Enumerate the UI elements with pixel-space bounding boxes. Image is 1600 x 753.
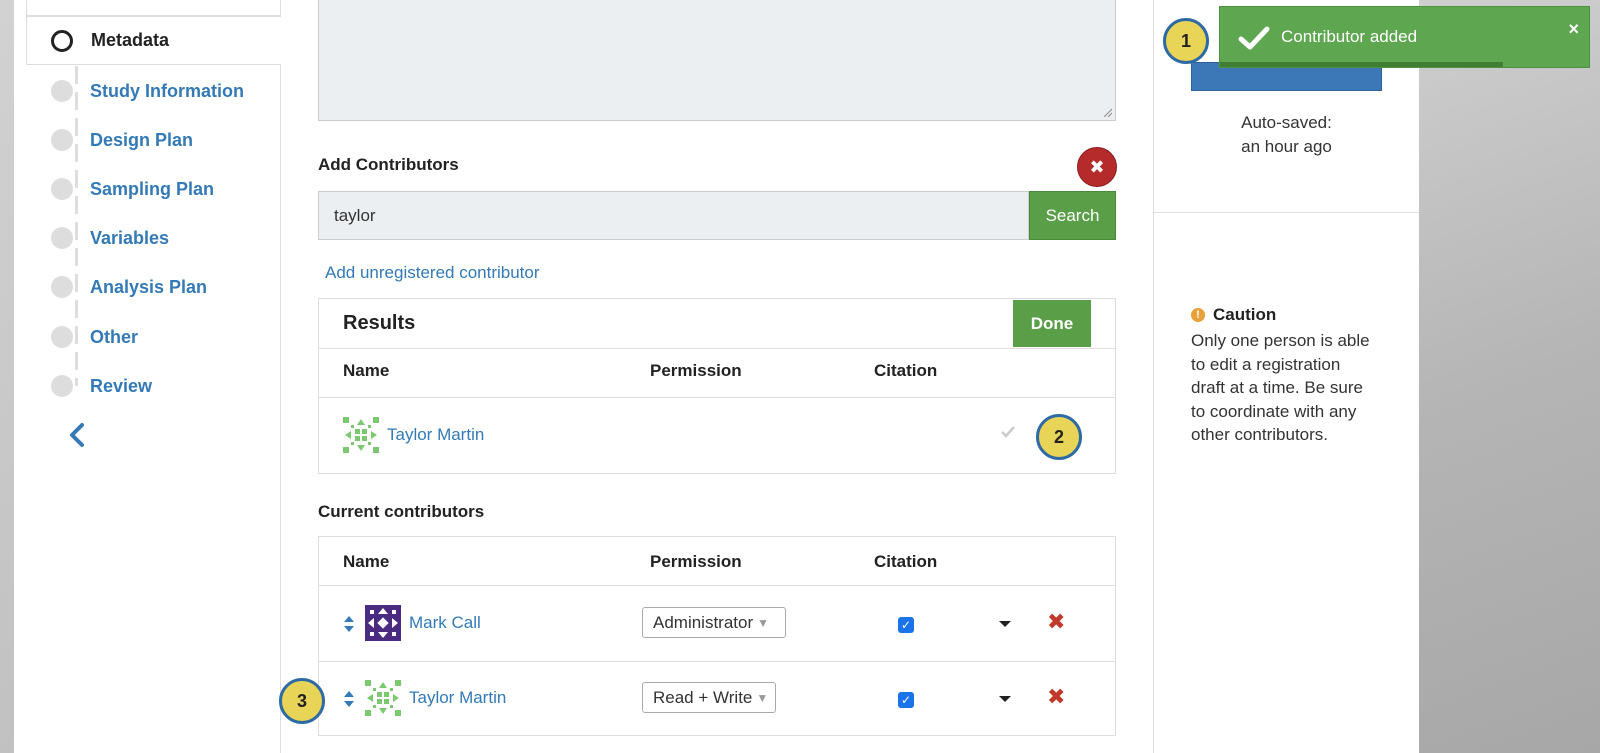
column-header-permission: Permission <box>650 361 742 380</box>
divider <box>319 348 1115 349</box>
contributor-search-input[interactable] <box>318 191 1029 240</box>
sidebar-item-metadata[interactable]: Metadata <box>26 16 281 65</box>
sort-handle-icon[interactable] <box>343 690 355 708</box>
caret-down-icon[interactable] <box>999 696 1011 702</box>
caution-heading: ! Caution <box>1191 305 1276 325</box>
add-unregistered-contributor-link[interactable]: Add unregistered contributor <box>325 263 540 283</box>
caution-title: Caution <box>1213 305 1277 324</box>
sidebar-item-sampling-plan[interactable]: Sampling Plan <box>51 174 214 204</box>
column-header-name: Name <box>343 552 390 571</box>
done-button[interactable]: Done <box>1013 300 1091 347</box>
permission-select[interactable]: Read + Write ▼ <box>642 682 776 713</box>
remove-contributor-icon[interactable]: ✖ <box>1047 609 1065 635</box>
permission-value: Read + Write <box>653 687 753 707</box>
sidebar-item-label: Metadata <box>91 30 170 50</box>
sidebar: Metadata Study Information Design Plan S… <box>14 0 281 753</box>
sort-handle-icon[interactable] <box>343 615 355 633</box>
sidebar-item-other[interactable]: Other <box>51 322 138 352</box>
step-dot-icon <box>51 375 73 397</box>
divider <box>319 397 1115 398</box>
permission-value: Administrator <box>653 612 754 632</box>
divider <box>319 661 1115 662</box>
sidebar-item-review[interactable]: Review <box>51 371 152 401</box>
sidebar-item-label: Study Information <box>90 80 244 101</box>
search-button[interactable]: Search <box>1029 191 1116 240</box>
permission-select[interactable]: Administrator ▼ <box>642 607 786 638</box>
check-icon <box>1238 26 1270 50</box>
sidebar-item-variables[interactable]: Variables <box>51 223 169 253</box>
results-table: Results Done Name Permission Citation Ta… <box>318 298 1116 474</box>
sidebar-item-design-plan[interactable]: Design Plan <box>51 125 193 155</box>
right-panel-hdivider <box>1153 212 1419 213</box>
resize-grip-icon[interactable] <box>1102 107 1112 117</box>
sidebar-item-label: Other <box>90 326 139 347</box>
column-header-citation: Citation <box>874 361 938 380</box>
current-contributors-heading: Current contributors <box>318 502 485 521</box>
warning-icon: ! <box>1191 308 1205 322</box>
autosave-label: Auto-saved: <box>1241 113 1332 132</box>
column-header-citation: Citation <box>874 552 938 571</box>
annotation-badge-2: 2 <box>1036 414 1082 460</box>
citation-checkbox[interactable]: ✓ <box>898 617 914 633</box>
results-title: Results <box>343 312 416 334</box>
remove-contributor-icon[interactable]: ✖ <box>1047 684 1065 710</box>
background-right <box>1419 0 1600 753</box>
sidebar-top-item <box>26 0 281 16</box>
toast-close-icon[interactable]: × <box>1568 19 1579 40</box>
autosave-status: Auto-saved: an hour ago <box>1191 111 1382 159</box>
step-dot-icon <box>51 178 73 200</box>
toast-progress-bar <box>1220 62 1503 67</box>
current-step-icon <box>51 29 73 52</box>
annotation-badge-3: 3 <box>279 678 325 724</box>
result-name-link[interactable]: Taylor Martin <box>387 425 484 445</box>
step-dot-icon <box>51 276 73 298</box>
step-dot-icon <box>51 129 73 151</box>
added-check-icon <box>1001 426 1015 438</box>
current-contributors-table: Name Permission Citation Mark Call Admin… <box>318 536 1116 736</box>
add-contributors-heading: Add Contributors <box>318 155 459 174</box>
column-header-name: Name <box>343 361 390 380</box>
dropdown-arrow-icon: ▼ <box>757 615 770 630</box>
caution-text: Only one person is able to edit a regist… <box>1191 331 1370 444</box>
contributor-name-link[interactable]: Mark Call <box>409 613 481 633</box>
toast-notification: Contributor added × <box>1219 6 1590 68</box>
avatar <box>365 680 401 716</box>
divider <box>319 585 1115 586</box>
close-add-contributors-button[interactable]: ✖ <box>1077 147 1117 187</box>
dropdown-arrow-icon: ▼ <box>756 690 769 705</box>
citation-checkbox[interactable]: ✓ <box>898 692 914 708</box>
sidebar-item-study-information[interactable]: Study Information <box>51 76 244 106</box>
sidebar-item-label: Variables <box>90 227 170 248</box>
right-panel-divider <box>1153 0 1154 753</box>
contributor-name-link[interactable]: Taylor Martin <box>409 688 506 708</box>
sidebar-item-label: Design Plan <box>90 129 194 150</box>
annotation-badge-1: 1 <box>1163 18 1209 64</box>
step-dot-icon <box>51 326 73 348</box>
avatar <box>365 605 401 641</box>
caret-down-icon[interactable] <box>999 621 1011 627</box>
sidebar-item-analysis-plan[interactable]: Analysis Plan <box>51 272 207 302</box>
chevron-left-icon[interactable] <box>66 420 88 450</box>
step-dot-icon <box>51 80 73 102</box>
toast-message: Contributor added <box>1281 27 1418 46</box>
sidebar-item-label: Analysis Plan <box>90 276 208 297</box>
sidebar-item-label: Sampling Plan <box>90 178 215 199</box>
close-icon: ✖ <box>1089 156 1105 177</box>
autosave-time: an hour ago <box>1241 137 1332 156</box>
sidebar-item-label: Review <box>90 375 153 396</box>
column-header-permission: Permission <box>650 552 742 571</box>
step-dot-icon <box>51 227 73 249</box>
avatar <box>343 417 379 453</box>
description-textarea[interactable] <box>318 0 1116 121</box>
